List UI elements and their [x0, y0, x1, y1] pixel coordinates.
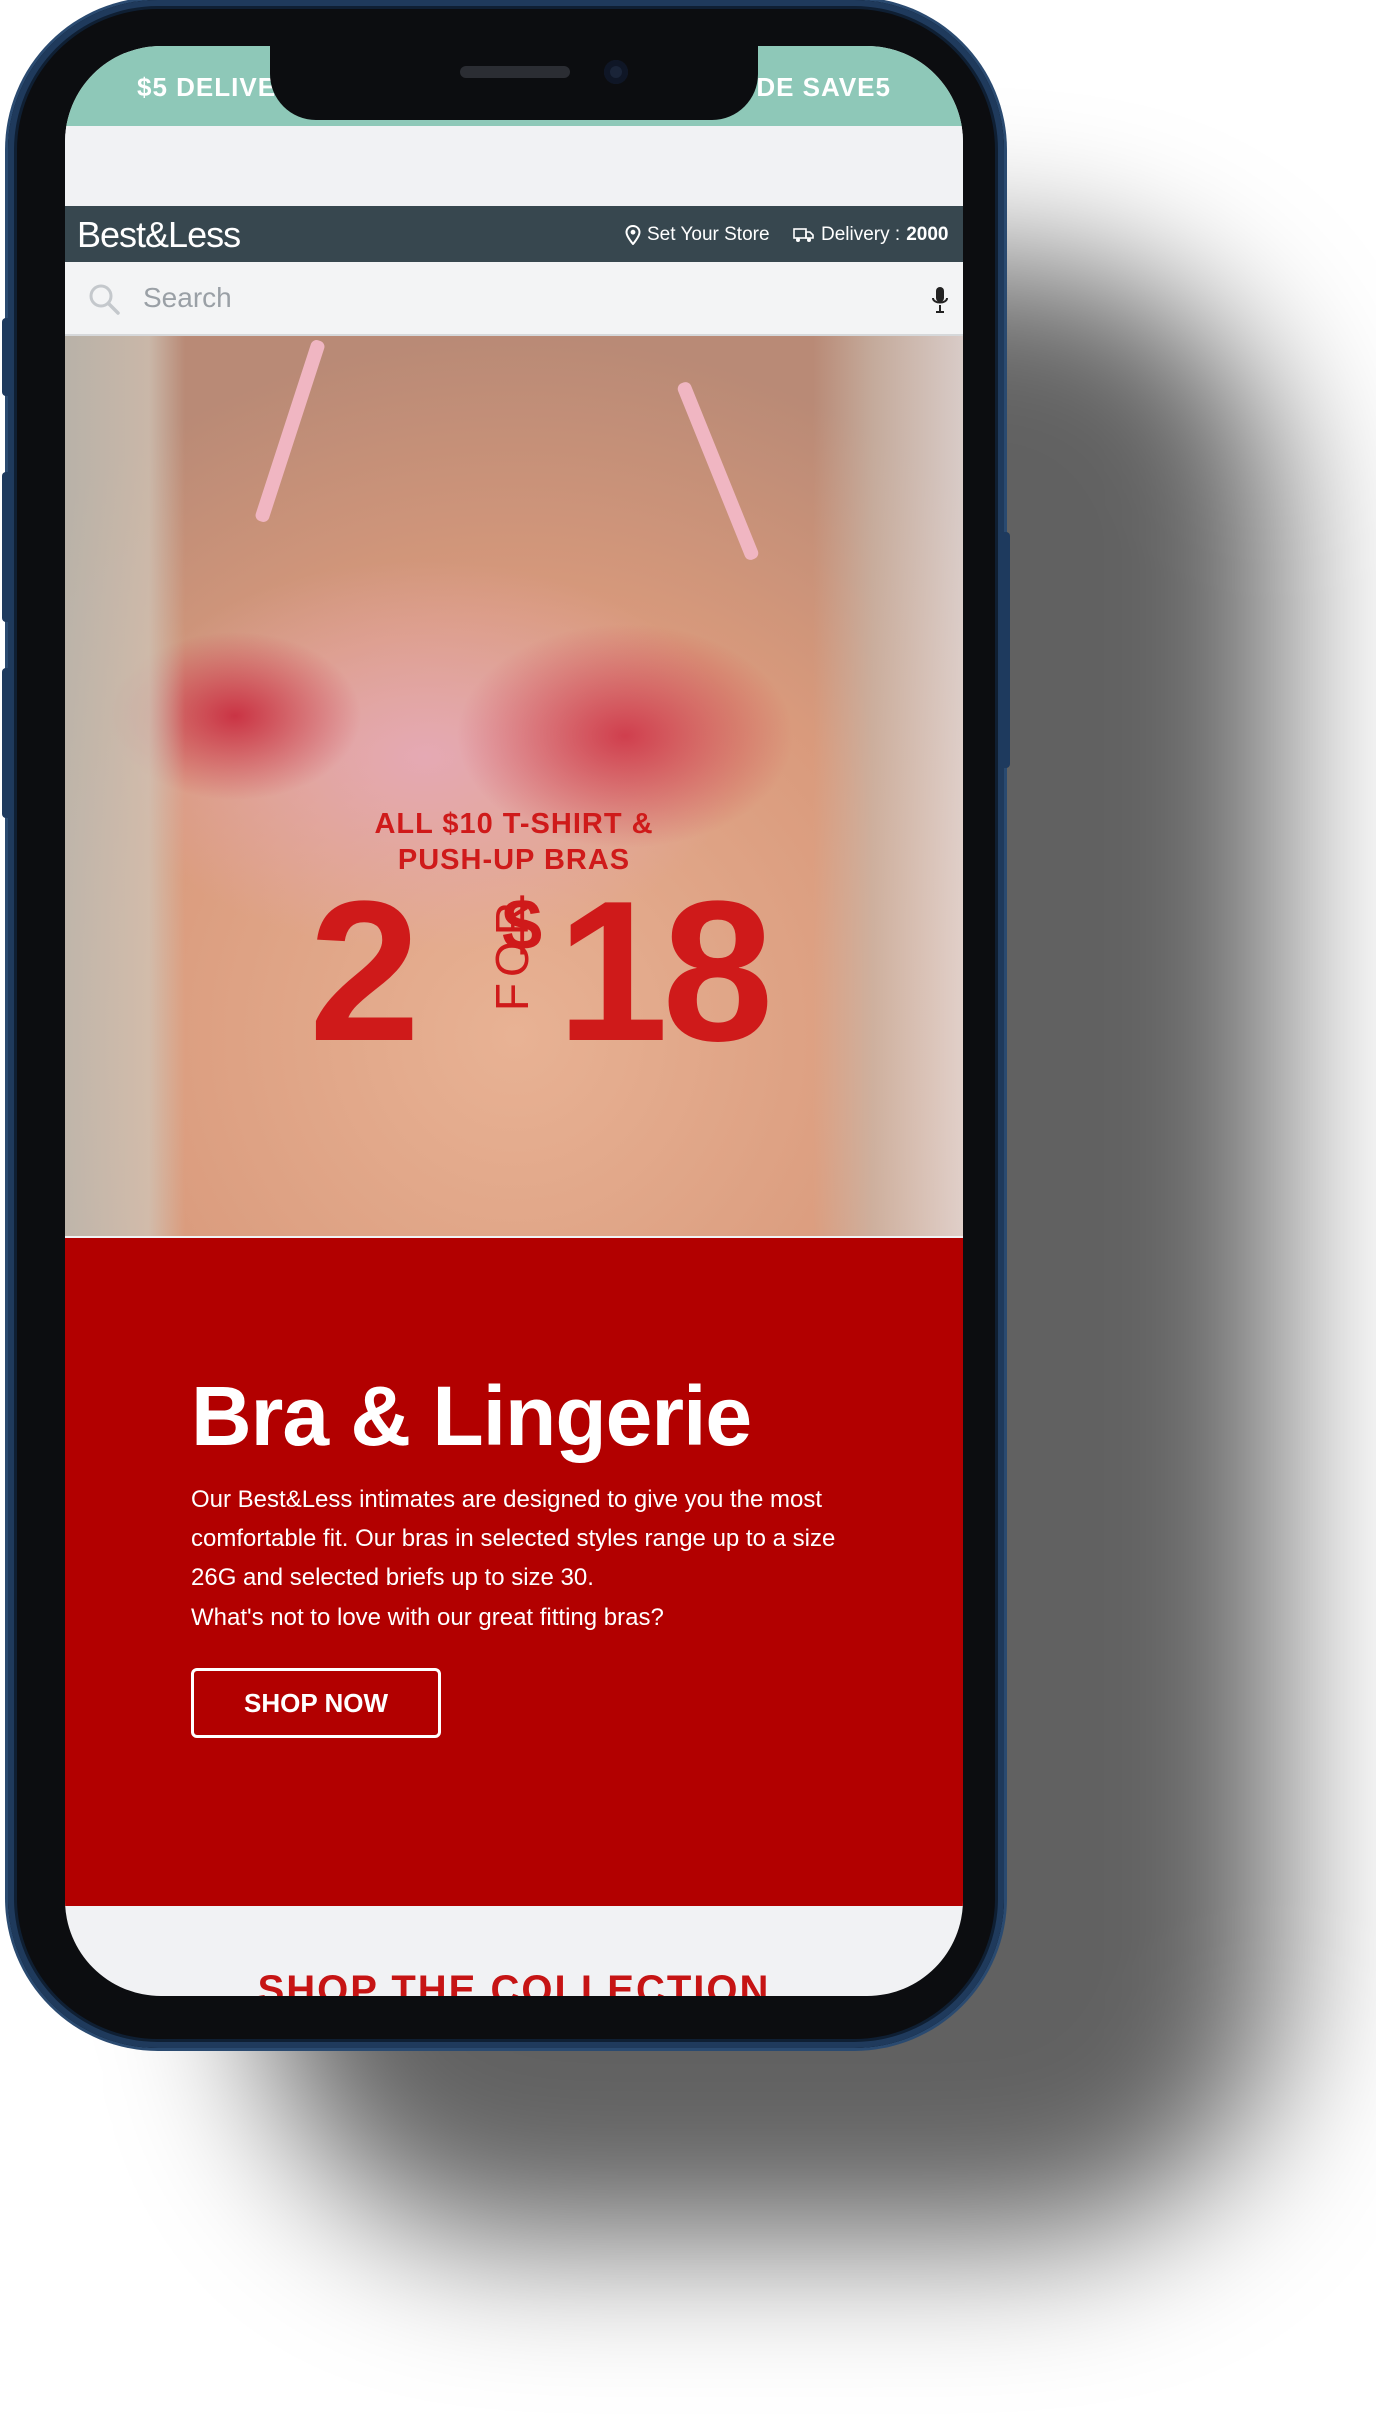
- offer-line-1: ALL $10 T-SHIRT &: [374, 808, 654, 840]
- set-store-link[interactable]: Set Your Store: [625, 224, 770, 246]
- action-button: [2, 318, 12, 396]
- offer-dollar-sign: $: [502, 885, 543, 965]
- offer-price: 18: [557, 860, 773, 1083]
- search-bar[interactable]: Search: [65, 262, 963, 336]
- delivery-truck-icon: [793, 228, 814, 242]
- collection-heading: SHOP THE COLLECTION: [257, 1968, 771, 1996]
- hero-banner[interactable]: ALL $10 T-SHIRT & PUSH-UP BRAS 2 FOR $ 1…: [65, 336, 963, 1236]
- front-camera: [604, 60, 628, 84]
- promo-text-left: $5 DELIVE: [137, 72, 277, 102]
- brand-logo[interactable]: Best&Less: [77, 214, 241, 256]
- delivery-postcode: 2000: [906, 224, 949, 245]
- search-input[interactable]: Search: [143, 282, 232, 314]
- set-store-label: Set Your Store: [647, 224, 770, 245]
- category-title: Bra & Lingerie: [191, 1369, 752, 1463]
- bra-strap-right: [675, 380, 761, 562]
- volume-up-button: [2, 472, 12, 622]
- spacer: [65, 126, 963, 206]
- search-icon[interactable]: [87, 282, 121, 316]
- phone-screen: $5 DELIVE DE SAVE5 Best&Less Set Your St…: [65, 46, 963, 1996]
- delivery-postcode-link[interactable]: Delivery : 2000: [793, 224, 948, 246]
- category-tagline: What's not to love with our great fittin…: [191, 1604, 664, 1631]
- shop-now-button[interactable]: SHOP NOW: [191, 1668, 441, 1738]
- site-header: Best&Less Set Your Store Delivery : 2000: [65, 206, 963, 262]
- microphone-icon[interactable]: [931, 286, 949, 314]
- category-description: Our Best&Less intimates are designed to …: [191, 1486, 836, 1591]
- speaker-grille: [460, 66, 570, 78]
- volume-down-button: [2, 668, 12, 818]
- location-pin-icon: [625, 225, 641, 245]
- category-intro: Bra & Lingerie Our Best&Less intimates a…: [65, 1238, 963, 1906]
- notch: [270, 46, 758, 120]
- phone-frame: $5 DELIVE DE SAVE5 Best&Less Set Your St…: [2, 0, 1010, 2048]
- power-button: [1000, 532, 1010, 768]
- delivery-label: Delivery :: [821, 224, 901, 245]
- hero-background-right: [813, 336, 963, 1236]
- bra-strap-left: [253, 338, 327, 524]
- offer-quantity: 2: [309, 860, 421, 1083]
- promo-text-right: DE SAVE5: [756, 72, 891, 102]
- offer-line-2: PUSH-UP BRAS: [397, 844, 631, 876]
- hero-background-left: [65, 336, 185, 1236]
